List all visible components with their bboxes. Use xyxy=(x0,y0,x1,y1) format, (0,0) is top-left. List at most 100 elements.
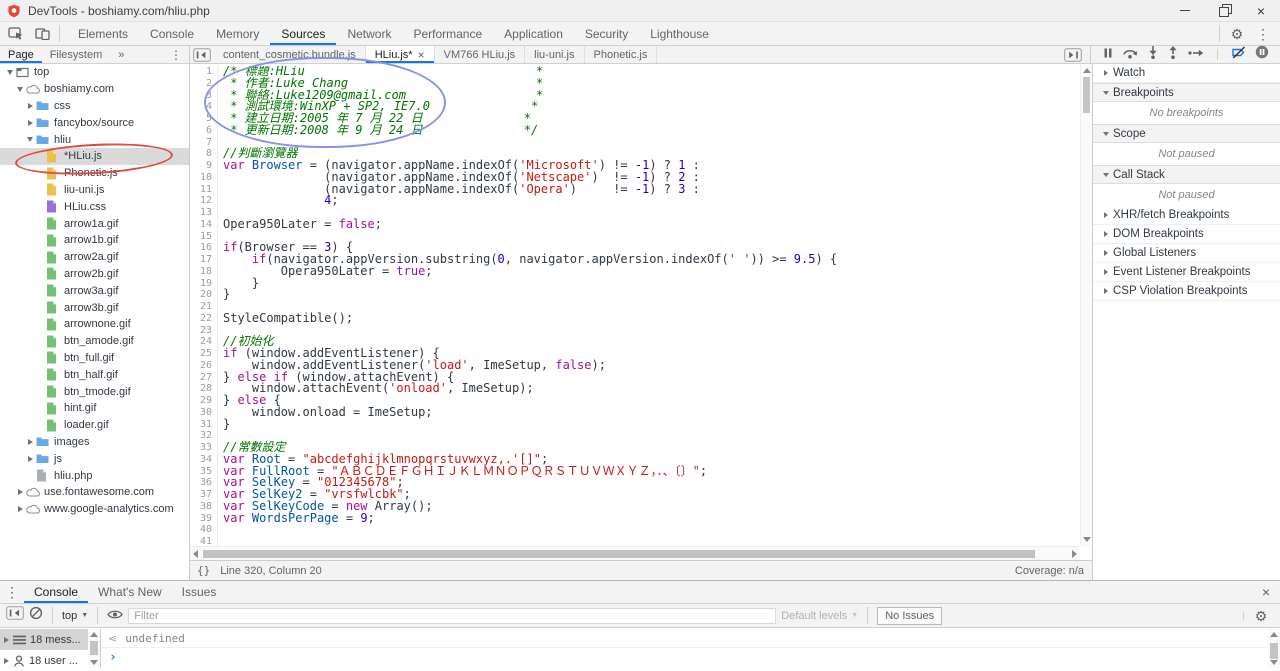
pretty-print-icon[interactable]: {} xyxy=(197,564,210,577)
expander-right-icon[interactable] xyxy=(1099,231,1113,237)
tab-application[interactable]: Application xyxy=(493,22,574,45)
line-number[interactable]: 30 xyxy=(190,407,212,419)
settings-gear-icon[interactable]: ⚙ xyxy=(1224,22,1250,45)
console-tab-what-s-new[interactable]: What's New xyxy=(88,581,172,603)
scroll-up-icon[interactable] xyxy=(1083,68,1091,73)
code-line[interactable]: window.onload = ImeSetup; xyxy=(223,407,1080,419)
section-watch[interactable]: Watch xyxy=(1093,64,1280,83)
tab-performance[interactable]: Performance xyxy=(402,22,493,45)
tree-item-phonetic-js[interactable]: Phonetic.js xyxy=(0,165,189,182)
tab-sources[interactable]: Sources xyxy=(270,22,336,45)
code-line[interactable] xyxy=(223,536,1080,546)
editor-tab-content-cosmetic-bundle-js[interactable]: content_cosmetic.bundle.js xyxy=(214,46,366,63)
editor-tab-liu-uni-js[interactable]: liu-uni.js xyxy=(525,46,584,63)
line-number[interactable]: 19 xyxy=(190,278,212,290)
expander-down-icon[interactable] xyxy=(1099,132,1113,136)
tree-item-hliu-js[interactable]: *HLiu.js xyxy=(0,148,189,165)
console-tab-console[interactable]: Console xyxy=(24,581,88,603)
section-scope[interactable]: Scope xyxy=(1093,124,1280,143)
section-call-stack[interactable]: Call Stack xyxy=(1093,165,1280,184)
code-line[interactable]: StyleCompatible(); xyxy=(223,313,1080,325)
scroll-down-icon[interactable] xyxy=(1083,537,1091,542)
code-line[interactable] xyxy=(223,137,1080,149)
tree-item-loader-gif[interactable]: loader.gif xyxy=(0,417,189,434)
expander-right-icon[interactable] xyxy=(4,637,9,643)
expander-right-icon[interactable] xyxy=(1099,212,1113,218)
line-number[interactable]: 18 xyxy=(190,266,212,278)
section-breakpoints[interactable]: Breakpoints xyxy=(1093,83,1280,102)
code-line[interactable] xyxy=(223,524,1080,536)
section-event-listener-breakpoints[interactable]: Event Listener Breakpoints xyxy=(1093,263,1280,282)
no-issues-button[interactable]: No Issues xyxy=(877,607,942,625)
line-number[interactable]: 29 xyxy=(190,395,212,407)
tree-item-btn-tmode-gif[interactable]: btn_tmode.gif xyxy=(0,383,189,400)
expander-right-icon[interactable] xyxy=(1099,70,1113,76)
tree-item-arrow2b-gif[interactable]: arrow2b.gif xyxy=(0,266,189,283)
scroll-down-icon[interactable] xyxy=(1270,660,1278,665)
step-into-icon[interactable] xyxy=(1147,46,1159,64)
restore-button[interactable] xyxy=(1204,0,1242,21)
tree-item-btn-half-gif[interactable]: btn_half.gif xyxy=(0,366,189,383)
more-tabs-chevrons[interactable]: » xyxy=(110,46,132,63)
pause-script-icon[interactable] xyxy=(1102,46,1114,64)
drawer-kebab-icon[interactable]: ⋮ xyxy=(0,581,24,603)
inspect-element-icon[interactable] xyxy=(3,22,29,45)
editor-tab-vm766-hliu-js[interactable]: VM766 HLiu.js xyxy=(435,46,526,63)
tree-item-arrownone-gif[interactable]: arrownone.gif xyxy=(0,316,189,333)
tree-item-js[interactable]: js xyxy=(0,450,189,467)
tree-item-use-fontawesome-com[interactable]: use.fontawesome.com xyxy=(0,484,189,501)
console-sidebar-toggle-icon[interactable] xyxy=(6,606,24,625)
code-line[interactable]: window.attachEvent('onload', ImeSetup); xyxy=(223,383,1080,395)
scroll-left-icon[interactable] xyxy=(193,550,198,558)
tree-item-hliu[interactable]: hliu xyxy=(0,131,189,148)
line-number[interactable]: 12 xyxy=(190,195,212,207)
code-editor[interactable]: 1234567891011121314151617181920212223242… xyxy=(190,64,1092,560)
code-line[interactable]: var WordsPerPage = 9; xyxy=(223,513,1080,525)
tree-item-arrow2a-gif[interactable]: arrow2a.gif xyxy=(0,249,189,266)
line-number[interactable]: 11 xyxy=(190,184,212,196)
navigator-tab-page[interactable]: Page xyxy=(0,46,42,63)
line-number[interactable]: 26 xyxy=(190,360,212,372)
line-number[interactable]: 14 xyxy=(190,219,212,231)
line-number[interactable]: 2 xyxy=(190,78,212,90)
navigator-more-icon[interactable]: ⋮ xyxy=(163,46,189,63)
line-number[interactable]: 36 xyxy=(190,477,212,489)
tree-item-fancybox-source[interactable]: fancybox/source xyxy=(0,114,189,131)
line-number[interactable]: 22 xyxy=(190,313,212,325)
device-toolbar-icon[interactable] xyxy=(29,22,55,45)
tree-item-hliu-php[interactable]: hliu.php xyxy=(0,467,189,484)
editor-tab-hliu-js[interactable]: HLiu.js*× xyxy=(366,46,435,63)
line-number[interactable]: 34 xyxy=(190,454,212,466)
expander-right-icon[interactable] xyxy=(1099,269,1113,275)
tree-item-arrow3a-gif[interactable]: arrow3a.gif xyxy=(0,282,189,299)
filter-input[interactable] xyxy=(128,608,776,624)
console-prompt-row[interactable]: › xyxy=(102,648,1268,667)
line-number[interactable]: 28 xyxy=(190,383,212,395)
expander-down-icon[interactable] xyxy=(24,137,36,142)
scroll-up-icon[interactable] xyxy=(90,632,98,637)
step-over-icon[interactable] xyxy=(1122,46,1138,64)
expander-down-icon[interactable] xyxy=(14,87,26,92)
tree-item-hint-gif[interactable]: hint.gif xyxy=(0,400,189,417)
tab-elements[interactable]: Elements xyxy=(67,22,139,45)
tab-console[interactable]: Console xyxy=(139,22,205,45)
code-line[interactable]: 4; xyxy=(223,195,1080,207)
scroll-thumb[interactable] xyxy=(1270,643,1278,659)
close-drawer-icon[interactable]: × xyxy=(1252,581,1280,603)
prev-tabs-icon[interactable] xyxy=(190,46,214,63)
line-number[interactable]: 35 xyxy=(190,466,212,478)
horizontal-scroll-thumb[interactable] xyxy=(203,550,1035,558)
navigator-tab-filesystem[interactable]: Filesystem xyxy=(42,46,111,63)
code-content[interactable]: /* 標題:HLiu * * 作者:Luke Chang * * 聯絡:Luke… xyxy=(223,66,1080,546)
line-number[interactable]: 3 xyxy=(190,90,212,102)
expander-right-icon[interactable] xyxy=(14,506,26,512)
tab-network[interactable]: Network xyxy=(336,22,402,45)
code-line[interactable]: (navigator.appName.indexOf('Opera') != -… xyxy=(223,184,1080,196)
tree-item-hliu-css[interactable]: HLiu.css xyxy=(0,198,189,215)
code-line[interactable] xyxy=(223,325,1080,337)
close-button[interactable]: × xyxy=(1242,0,1280,21)
console-settings-gear-icon[interactable]: ⚙ xyxy=(1248,609,1274,623)
line-number[interactable]: 27 xyxy=(190,372,212,384)
expander-right-icon[interactable] xyxy=(24,120,36,126)
scroll-right-icon[interactable] xyxy=(1072,550,1077,558)
